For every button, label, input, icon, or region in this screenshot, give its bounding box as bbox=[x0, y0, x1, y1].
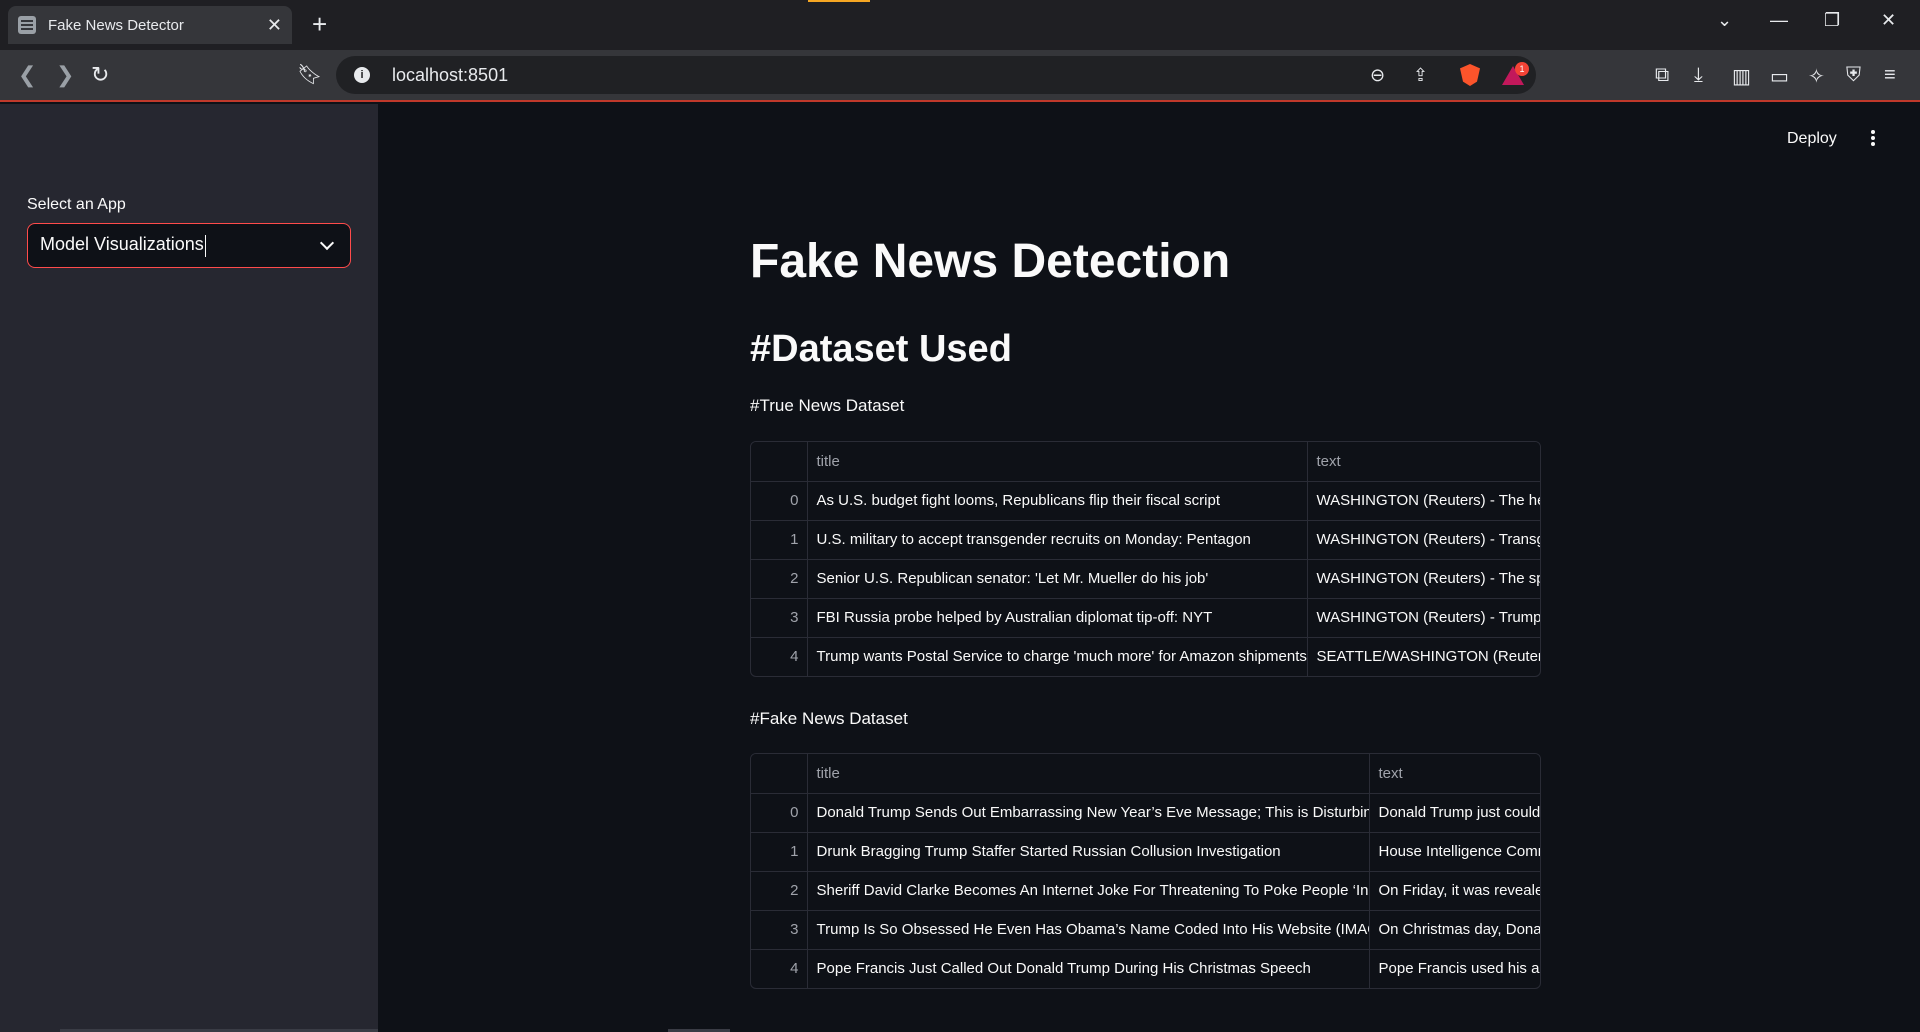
tab-title: Fake News Detector bbox=[48, 16, 184, 34]
app-select[interactable]: Model Visualizations bbox=[27, 223, 351, 268]
fake-dataset-caption: #Fake News Dataset bbox=[750, 709, 908, 728]
title-cell[interactable]: U.S. military to accept transgender recr… bbox=[807, 520, 1308, 560]
table-row: 0 As U.S. budget fight looms, Republican… bbox=[751, 481, 1540, 521]
vpn-icon[interactable]: ⛨ bbox=[1846, 64, 1861, 87]
address-bar[interactable]: i localhost:8501 ⊖ ⇪ 1 bbox=[336, 56, 1536, 94]
wallet-icon[interactable]: ▭ bbox=[1770, 64, 1789, 89]
page-title: Fake News Detection bbox=[750, 235, 1231, 288]
table-row: 3 FBI Russia probe helped by Australian … bbox=[751, 598, 1540, 638]
table-row: 0 Donald Trump Sends Out Embarrassing Ne… bbox=[751, 793, 1540, 833]
text-header[interactable]: text bbox=[1369, 754, 1540, 794]
page-favicon-icon bbox=[18, 16, 36, 34]
leo-ai-icon[interactable]: ✧ bbox=[1808, 64, 1825, 89]
share-icon[interactable]: ⇪ bbox=[1413, 65, 1428, 86]
app-select-value[interactable]: Model Visualizations bbox=[40, 234, 322, 257]
browser-tab-bar: Fake News Detector ✕ + ⌄ — ❐ ✕ bbox=[0, 0, 1920, 50]
table-row: 2 Senior U.S. Republican senator: 'Let M… bbox=[751, 559, 1540, 599]
title-cell[interactable]: Trump Is So Obsessed He Even Has Obama’s… bbox=[807, 910, 1370, 950]
browser-tab[interactable]: Fake News Detector ✕ bbox=[8, 6, 292, 44]
title-cell[interactable]: Sheriff David Clarke Becomes An Internet… bbox=[807, 871, 1370, 911]
row-index: 4 bbox=[751, 949, 808, 988]
select-app-label: Select an App bbox=[27, 196, 126, 213]
title-cell[interactable]: FBI Russia probe helped by Australian di… bbox=[807, 598, 1308, 638]
row-index: 2 bbox=[751, 871, 808, 911]
index-header bbox=[751, 442, 808, 482]
index-header bbox=[751, 754, 808, 794]
main-menu-icon[interactable] bbox=[1871, 130, 1877, 148]
table-row: 1 Drunk Bragging Trump Staffer Started R… bbox=[751, 832, 1540, 872]
text-cell[interactable]: WASHINGTON (Reuters) - Transgen bbox=[1307, 520, 1540, 560]
sidebar: Select an App Model Visualizations bbox=[0, 104, 420, 1032]
row-index: 0 bbox=[751, 481, 808, 521]
title-cell[interactable]: As U.S. budget fight looms, Republicans … bbox=[807, 481, 1308, 521]
bookmark-icon[interactable]: 🔖︎ bbox=[297, 62, 322, 87]
table-row: 4 Trump wants Postal Service to charge '… bbox=[751, 637, 1540, 676]
text-caret bbox=[204, 234, 206, 257]
section-title: #Dataset Used bbox=[750, 328, 1012, 370]
app-select-text: Model Visualizations bbox=[40, 234, 204, 255]
text-cell[interactable]: Donald Trump just could bbox=[1369, 793, 1540, 833]
table-header-row: title text bbox=[751, 442, 1540, 482]
row-index: 4 bbox=[751, 637, 808, 676]
new-tab-icon[interactable]: + bbox=[312, 10, 327, 38]
close-window-icon[interactable]: ✕ bbox=[1881, 10, 1896, 31]
title-header[interactable]: title bbox=[807, 442, 1308, 482]
chevron-down-icon[interactable] bbox=[319, 235, 335, 250]
text-cell[interactable]: On Friday, it was reveale bbox=[1369, 871, 1540, 911]
title-cell[interactable]: Senior U.S. Republican senator: 'Let Mr.… bbox=[807, 559, 1308, 599]
table-header-row: title text bbox=[751, 754, 1540, 794]
table-row: 4 Pope Francis Just Called Out Donald Tr… bbox=[751, 949, 1540, 988]
sidebar-toggle-icon[interactable]: ▥ bbox=[1732, 64, 1751, 89]
title-cell[interactable]: Donald Trump Sends Out Embarrassing New … bbox=[807, 793, 1370, 833]
site-info-icon[interactable]: i bbox=[354, 67, 370, 83]
minimize-icon[interactable]: — bbox=[1770, 10, 1788, 31]
row-index: 0 bbox=[751, 793, 808, 833]
text-cell[interactable]: WASHINGTON (Reuters) - The spec bbox=[1307, 559, 1540, 599]
deploy-button[interactable]: Deploy bbox=[1787, 130, 1837, 148]
text-cell[interactable]: House Intelligence Comm bbox=[1369, 832, 1540, 872]
title-cell[interactable]: Pope Francis Just Called Out Donald Trum… bbox=[807, 949, 1370, 988]
title-cell[interactable]: Drunk Bragging Trump Staffer Started Rus… bbox=[807, 832, 1370, 872]
title-cell[interactable]: Trump wants Postal Service to charge 'mu… bbox=[807, 637, 1308, 676]
back-icon[interactable]: ❮ bbox=[18, 62, 36, 88]
table-row: 1 U.S. military to accept transgender re… bbox=[751, 520, 1540, 560]
true-dataset-caption: #True News Dataset bbox=[750, 396, 905, 415]
true-news-table[interactable]: title text 0 As U.S. budget fight looms,… bbox=[750, 441, 1541, 677]
title-header[interactable]: title bbox=[807, 754, 1370, 794]
row-index: 3 bbox=[751, 910, 808, 950]
row-index: 1 bbox=[751, 520, 808, 560]
forward-icon[interactable]: ❯ bbox=[56, 62, 74, 88]
zoom-icon[interactable]: ⊖ bbox=[1370, 65, 1385, 86]
main-content: Deploy Fake News Detection #Dataset Used… bbox=[378, 104, 1920, 1032]
text-cell[interactable]: On Christmas day, Donal bbox=[1369, 910, 1540, 950]
text-cell[interactable]: WASHINGTON (Reuters) - Trump ca bbox=[1307, 598, 1540, 638]
table-row: 3 Trump Is So Obsessed He Even Has Obama… bbox=[751, 910, 1540, 950]
row-index: 1 bbox=[751, 832, 808, 872]
menu-icon[interactable]: ≡ bbox=[1884, 64, 1896, 87]
address-url: localhost:8501 bbox=[392, 64, 509, 85]
row-index: 2 bbox=[751, 559, 808, 599]
table-row: 2 Sheriff David Clarke Becomes An Intern… bbox=[751, 871, 1540, 911]
close-tab-icon[interactable]: ✕ bbox=[267, 15, 282, 36]
reload-icon[interactable]: ↻ bbox=[91, 62, 109, 88]
text-cell[interactable]: SEATTLE/WASHINGTON (Reuters) - bbox=[1307, 637, 1540, 676]
loading-indicator bbox=[808, 0, 870, 2]
tab-search-chevron-icon[interactable]: ⌄ bbox=[1717, 10, 1732, 31]
restore-icon[interactable]: ❐ bbox=[1824, 10, 1840, 31]
text-cell[interactable]: WASHINGTON (Reuters) - The head bbox=[1307, 481, 1540, 521]
downloads-icon[interactable]: ⤓ bbox=[1694, 64, 1703, 87]
fake-news-table[interactable]: title text 0 Donald Trump Sends Out Emba… bbox=[750, 753, 1541, 989]
extensions-icon[interactable]: ⧉ bbox=[1655, 64, 1669, 87]
text-header[interactable]: text bbox=[1307, 442, 1540, 482]
row-index: 3 bbox=[751, 598, 808, 638]
rewards-badge: 1 bbox=[1515, 62, 1529, 76]
text-cell[interactable]: Pope Francis used his an bbox=[1369, 949, 1540, 988]
brave-shields-icon[interactable] bbox=[1460, 64, 1480, 86]
browser-toolbar: ❮ ❯ ↻ 🔖︎ i localhost:8501 ⊖ ⇪ 1 ⧉ ⤓ ▥ ▭ … bbox=[0, 50, 1920, 102]
